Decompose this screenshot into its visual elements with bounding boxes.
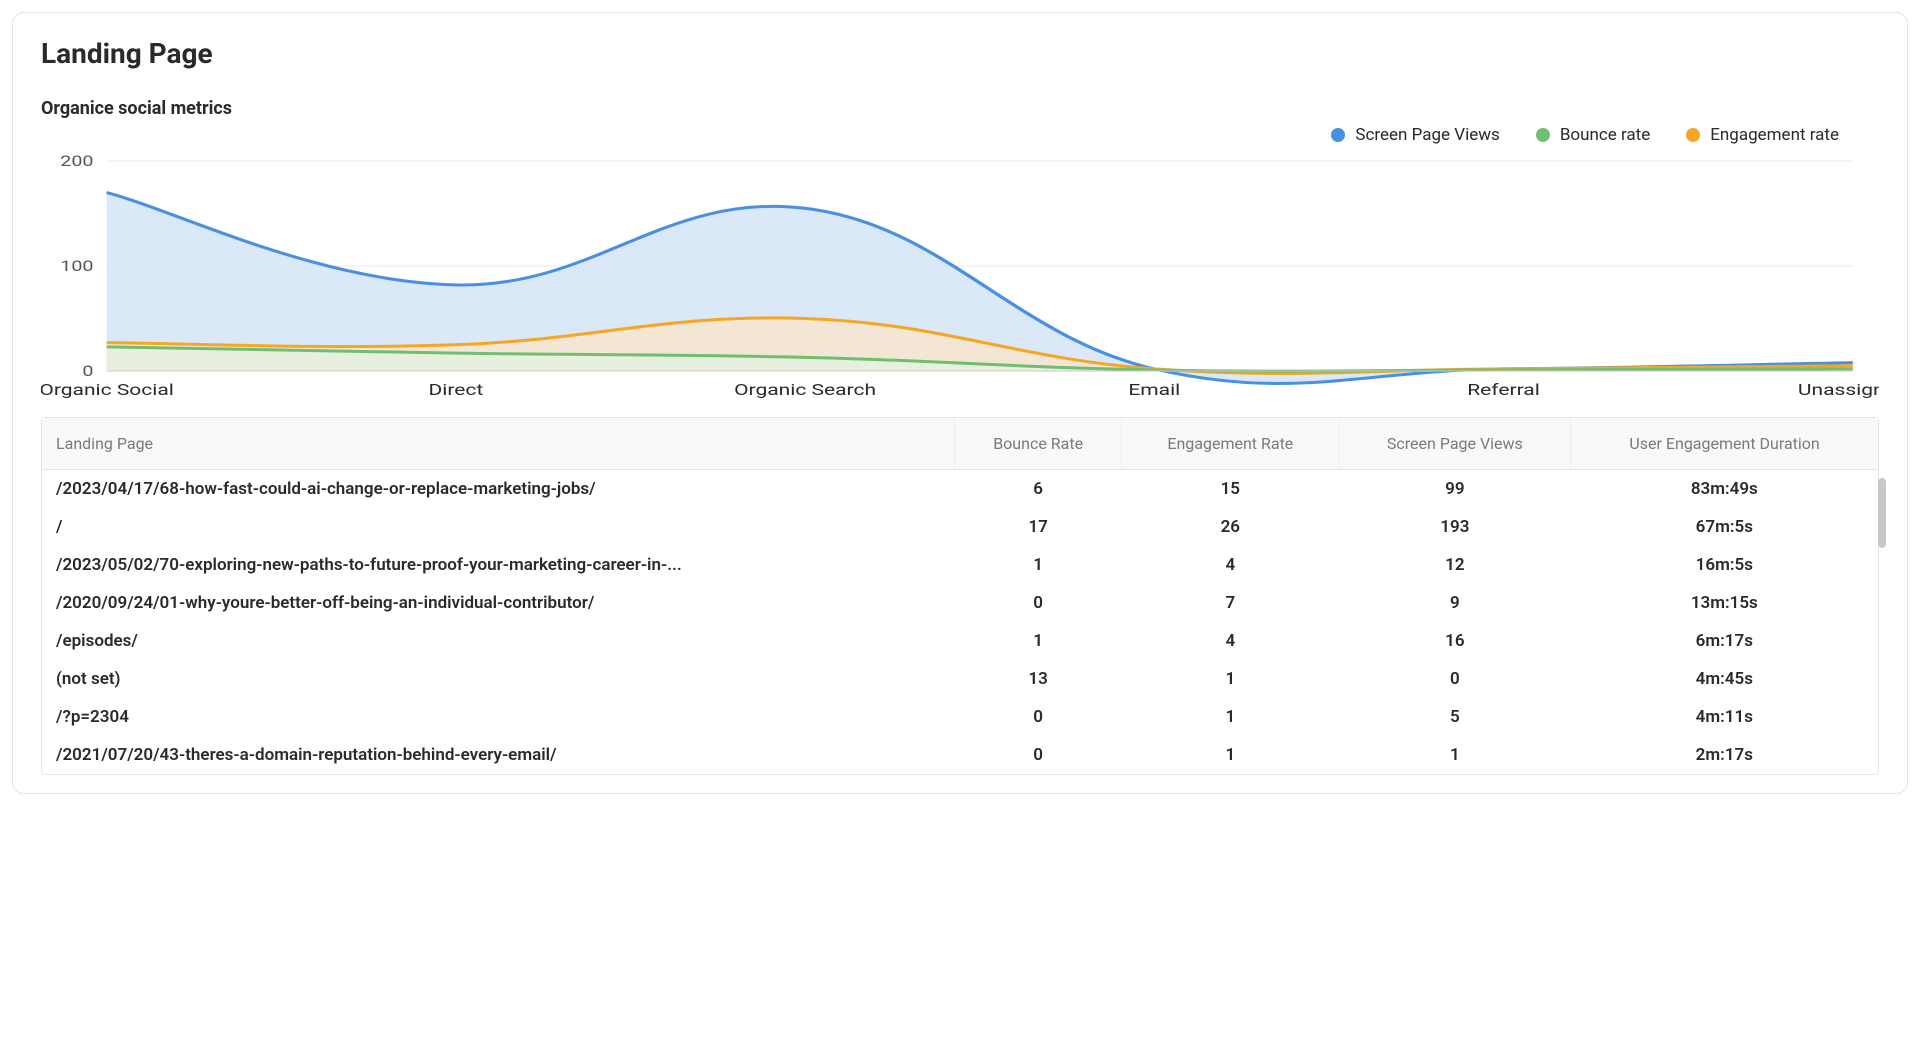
landing-page-path-cell: /: [42, 508, 955, 546]
table-cell: 4m:11s: [1571, 698, 1878, 736]
table-cell: 0: [955, 698, 1122, 736]
landing-page-table-container: Landing PageBounce RateEngagement RateSc…: [41, 417, 1879, 775]
legend-item[interactable]: Engagement rate: [1686, 125, 1839, 145]
svg-text:Unassigned: Unassigned: [1798, 380, 1879, 399]
legend-label: Screen Page Views: [1355, 125, 1499, 145]
page-title: Landing Page: [41, 37, 1879, 70]
landing-page-path-cell: /2023/05/02/70-exploring-new-paths-to-fu…: [42, 546, 955, 584]
table-row[interactable]: /episodes/14166m:17s: [42, 622, 1878, 660]
table-row[interactable]: /172619367m:5s: [42, 508, 1878, 546]
page-subtitle: Organice social metrics: [41, 98, 1879, 119]
metrics-area-chart: 0 100 200 Organic Social Direct Organic Searc…: [41, 151, 1879, 401]
legend-item[interactable]: Bounce rate: [1536, 125, 1650, 145]
table-cell: 4: [1122, 546, 1340, 584]
landing-page-path-cell: /?p=2304: [42, 698, 955, 736]
svg-text:Direct: Direct: [428, 380, 483, 399]
table-cell: 2m:17s: [1571, 736, 1878, 774]
table-header-cell[interactable]: Landing Page: [42, 418, 955, 470]
svg-text:Email: Email: [1128, 380, 1180, 399]
table-cell: 83m:49s: [1571, 470, 1878, 509]
landing-page-path-cell: /2020/09/24/01-why-youre-better-off-bein…: [42, 584, 955, 622]
table-cell: 13m:15s: [1571, 584, 1878, 622]
svg-text:Organic Social: Organic Social: [41, 380, 174, 399]
legend-dot-icon: [1331, 128, 1345, 142]
table-cell: 4m:45s: [1571, 660, 1878, 698]
legend-item[interactable]: Screen Page Views: [1331, 125, 1499, 145]
table-cell: 15: [1122, 470, 1340, 509]
table-cell: 67m:5s: [1571, 508, 1878, 546]
table-header-cell[interactable]: Engagement Rate: [1122, 418, 1340, 470]
table-cell: 16: [1339, 622, 1571, 660]
scrollbar-thumb[interactable]: [1878, 478, 1886, 548]
table-header-cell[interactable]: User Engagement Duration: [1571, 418, 1878, 470]
svg-text:0: 0: [82, 363, 93, 380]
table-cell: 6: [955, 470, 1122, 509]
landing-page-path-cell: (not set): [42, 660, 955, 698]
table-header-cell[interactable]: Screen Page Views: [1339, 418, 1571, 470]
legend-dot-icon: [1686, 128, 1700, 142]
legend-label: Engagement rate: [1710, 125, 1839, 145]
table-row[interactable]: /2023/04/17/68-how-fast-could-ai-change-…: [42, 470, 1878, 509]
table-cell: 99: [1339, 470, 1571, 509]
table-cell: 1: [1122, 736, 1340, 774]
table-cell: 0: [955, 584, 1122, 622]
table-cell: 1: [955, 622, 1122, 660]
table-row[interactable]: /2023/05/02/70-exploring-new-paths-to-fu…: [42, 546, 1878, 584]
landing-page-path-cell: /2023/04/17/68-how-fast-could-ai-change-…: [42, 470, 955, 509]
table-cell: 1: [1339, 736, 1571, 774]
legend-dot-icon: [1536, 128, 1550, 142]
table-cell: 1: [1122, 698, 1340, 736]
svg-text:Organic Search: Organic Search: [734, 380, 876, 399]
table-row[interactable]: /?p=23040154m:11s: [42, 698, 1878, 736]
table-row[interactable]: /2020/09/24/01-why-youre-better-off-bein…: [42, 584, 1878, 622]
landing-page-path-cell: /episodes/: [42, 622, 955, 660]
table-cell: 9: [1339, 584, 1571, 622]
table-row[interactable]: /2021/07/20/43-theres-a-domain-reputatio…: [42, 736, 1878, 774]
landing-page-path-cell: /2021/07/20/43-theres-a-domain-reputatio…: [42, 736, 955, 774]
table-cell: 0: [955, 736, 1122, 774]
table-cell: 7: [1122, 584, 1340, 622]
table-cell: 6m:17s: [1571, 622, 1878, 660]
chart-legend: Screen Page Views Bounce rate Engagement r…: [41, 125, 1879, 145]
table-cell: 193: [1339, 508, 1571, 546]
landing-page-table: Landing PageBounce RateEngagement RateSc…: [42, 418, 1878, 774]
table-cell: 0: [1339, 660, 1571, 698]
table-row[interactable]: (not set)13104m:45s: [42, 660, 1878, 698]
table-cell: 12: [1339, 546, 1571, 584]
table-cell: 26: [1122, 508, 1340, 546]
table-cell: 13: [955, 660, 1122, 698]
table-cell: 16m:5s: [1571, 546, 1878, 584]
svg-text:Referral: Referral: [1467, 380, 1540, 399]
table-cell: 4: [1122, 622, 1340, 660]
table-cell: 5: [1339, 698, 1571, 736]
svg-text:100: 100: [60, 258, 93, 275]
table-cell: 1: [955, 546, 1122, 584]
table-cell: 1: [1122, 660, 1340, 698]
table-header-cell[interactable]: Bounce Rate: [955, 418, 1122, 470]
legend-label: Bounce rate: [1560, 125, 1650, 145]
svg-text:200: 200: [60, 153, 93, 170]
table-cell: 17: [955, 508, 1122, 546]
landing-page-card: Landing Page Organice social metrics Scr…: [12, 12, 1908, 794]
